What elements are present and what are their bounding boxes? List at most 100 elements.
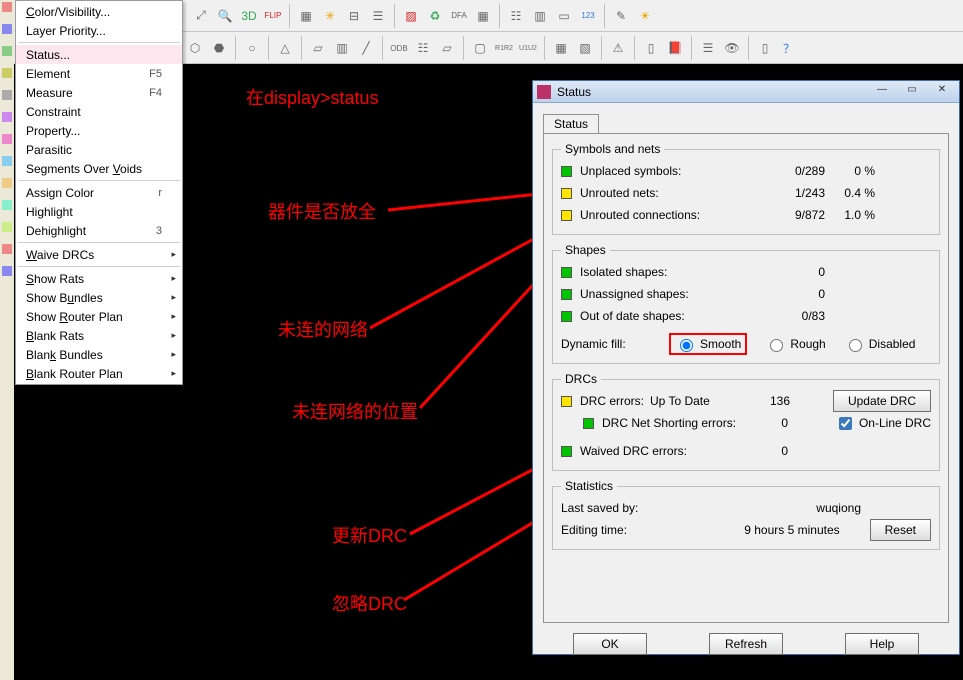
menu-colorvis[interactable]: Color/Visibility... (16, 2, 182, 21)
radio-smooth[interactable]: Smooth (669, 333, 747, 355)
tb2-chip-icon[interactable]: ▥ (331, 37, 353, 59)
tb-brd-icon[interactable]: ▥ (529, 5, 551, 27)
tb2-q-icon[interactable]: ？ (778, 37, 800, 59)
tb-edit-icon[interactable]: ☷ (505, 5, 527, 27)
maximize-icon[interactable]: ▭ (899, 84, 925, 99)
menu-layerprio[interactable]: Layer Priority... (16, 21, 182, 40)
ls-b-icon[interactable] (2, 134, 12, 144)
tb2-cir-icon[interactable]: ○ (241, 37, 263, 59)
group-symbols-legend: Symbols and nets (561, 142, 664, 156)
tb2-eye-icon[interactable]: 👁 (721, 37, 743, 59)
menu-highlight[interactable]: Highlight (16, 202, 182, 221)
chk-online-drc[interactable]: On-Line DRC (835, 414, 931, 433)
tb2-hex-icon[interactable]: ⬡ (184, 37, 206, 59)
btn-refresh[interactable]: Refresh (709, 633, 783, 655)
menu-waivedrcs[interactable]: Waive DRCs (16, 245, 182, 264)
led-waived (561, 446, 572, 457)
ls-line-icon[interactable] (2, 90, 12, 100)
close-icon[interactable]: ✕ (929, 84, 955, 99)
menu-showrouter[interactable]: Show Router Plan (16, 307, 182, 326)
led-unassigned (561, 289, 572, 300)
menu-showbundles[interactable]: Show Bundles (16, 288, 182, 307)
menu-assigncolor[interactable]: Assign Colorr (16, 183, 182, 202)
status-dialog-icon (537, 85, 551, 99)
tb2-drc-icon[interactable]: ⚠ (607, 37, 629, 59)
lbl-unassigned: Unassigned shapes: (580, 287, 745, 301)
tb-dfa-icon[interactable]: DFA (448, 5, 470, 27)
radio-rough[interactable]: Rough (765, 336, 825, 352)
tb2-u-icon[interactable]: U1U2 (517, 37, 539, 59)
tb-zoom-out-icon[interactable]: 3D (238, 5, 260, 27)
tb2-file-icon[interactable]: ▯ (640, 37, 662, 59)
tb-grid2-icon[interactable]: ▦ (295, 5, 317, 27)
ls-a-icon[interactable] (2, 112, 12, 122)
ls-h-icon[interactable] (2, 266, 12, 276)
menu-blankrats[interactable]: Blank Rats (16, 326, 182, 345)
menu-element[interactable]: ElementF5 (16, 64, 182, 83)
btn-update-drc[interactable]: Update DRC (833, 390, 931, 412)
ls-f-icon[interactable] (2, 222, 12, 232)
ls-g-icon[interactable] (2, 244, 12, 254)
ls-dot-icon[interactable] (2, 68, 12, 78)
btn-help[interactable]: Help (845, 633, 919, 655)
btn-reset[interactable]: Reset (870, 519, 931, 541)
tb2-id-icon[interactable]: ☷ (412, 37, 434, 59)
tb2-rep-icon[interactable]: ▦ (550, 37, 572, 59)
tb-num-icon[interactable]: 123 (577, 5, 599, 27)
val-unplaced-pct: 0 % (825, 164, 875, 178)
tb-star-icon[interactable]: ✳ (319, 5, 341, 27)
ls-d-icon[interactable] (2, 178, 12, 188)
ls-layer-icon[interactable] (2, 24, 12, 34)
ls-e-icon[interactable] (2, 200, 12, 210)
menu-segover[interactable]: Segments Over Voids (16, 159, 182, 178)
ls-grid-icon[interactable] (2, 2, 12, 12)
tb2-book-icon[interactable]: 📕 (664, 37, 686, 59)
val-unconn-pct: 1.0 % (825, 208, 875, 222)
tab-status[interactable]: Status (543, 114, 599, 134)
tb-add-icon[interactable]: ▨ (400, 5, 422, 27)
ls-bar-icon[interactable] (2, 46, 12, 56)
tb-bga-icon[interactable]: ▦ (472, 5, 494, 27)
tb2-tri-icon[interactable]: △ (274, 37, 296, 59)
status-dialog-titlebar[interactable]: Status — ▭ ✕ (533, 81, 959, 103)
tb2-part-icon[interactable]: ▱ (307, 37, 329, 59)
tb-tool-icon[interactable]: ♻ (424, 5, 446, 27)
minimize-icon[interactable]: — (869, 84, 895, 99)
menu-blankbundles[interactable]: Blank Bundles (16, 345, 182, 364)
tb-brush-icon[interactable]: ✎ (610, 5, 632, 27)
tb2-tag-icon[interactable]: ▱ (436, 37, 458, 59)
tb-zoom-in-icon[interactable]: 🔍 (214, 5, 236, 27)
tb-flip-icon[interactable]: FLIP (262, 5, 284, 27)
menu-blankrouter[interactable]: Blank Router Plan (16, 364, 182, 383)
tb2-list-icon[interactable]: ☰ (697, 37, 719, 59)
menu-parasitic[interactable]: Parasitic (16, 140, 182, 159)
lbl-dynfill: Dynamic fill: (561, 337, 651, 351)
menu-status[interactable]: Status... (16, 45, 182, 64)
menu-property[interactable]: Property... (16, 121, 182, 140)
ls-c-icon[interactable] (2, 156, 12, 166)
menu-showrats[interactable]: Show Rats (16, 269, 182, 288)
tb2-sq-icon[interactable]: ▢ (469, 37, 491, 59)
tb2-cfg-icon[interactable]: ▧ (574, 37, 596, 59)
led-isolated (561, 267, 572, 278)
tb2-doc2-icon[interactable]: ▯ (754, 37, 776, 59)
tb-zoom-fit-icon[interactable]: ⤢ (190, 5, 212, 27)
radio-smooth-input[interactable] (680, 339, 693, 352)
tb-sun-icon[interactable]: ☀ (634, 5, 656, 27)
radio-disabled[interactable]: Disabled (844, 336, 916, 352)
radio-disabled-input[interactable] (849, 339, 862, 352)
tb2-line-icon[interactable]: ╱ (355, 37, 377, 59)
menu-constraint[interactable]: Constraint (16, 102, 182, 121)
tb2-rr-icon[interactable]: R1R2 (493, 37, 515, 59)
tb-net-icon[interactable]: ⊟ (343, 5, 365, 27)
radio-rough-input[interactable] (770, 339, 783, 352)
tb-rat-icon[interactable]: ☰ (367, 5, 389, 27)
menu-dehighlight[interactable]: Dehighlight3 (16, 221, 182, 240)
chk-online-drc-input[interactable] (839, 417, 852, 430)
btn-ok[interactable]: OK (573, 633, 647, 655)
tb2-hex2-icon[interactable]: ⬣ (208, 37, 230, 59)
anno-updatedrc: 更新DRC (332, 522, 407, 548)
tb-box-icon[interactable]: ▭ (553, 5, 575, 27)
menu-measure[interactable]: MeasureF4 (16, 83, 182, 102)
tb2-odb-icon[interactable]: ODB (388, 37, 410, 59)
